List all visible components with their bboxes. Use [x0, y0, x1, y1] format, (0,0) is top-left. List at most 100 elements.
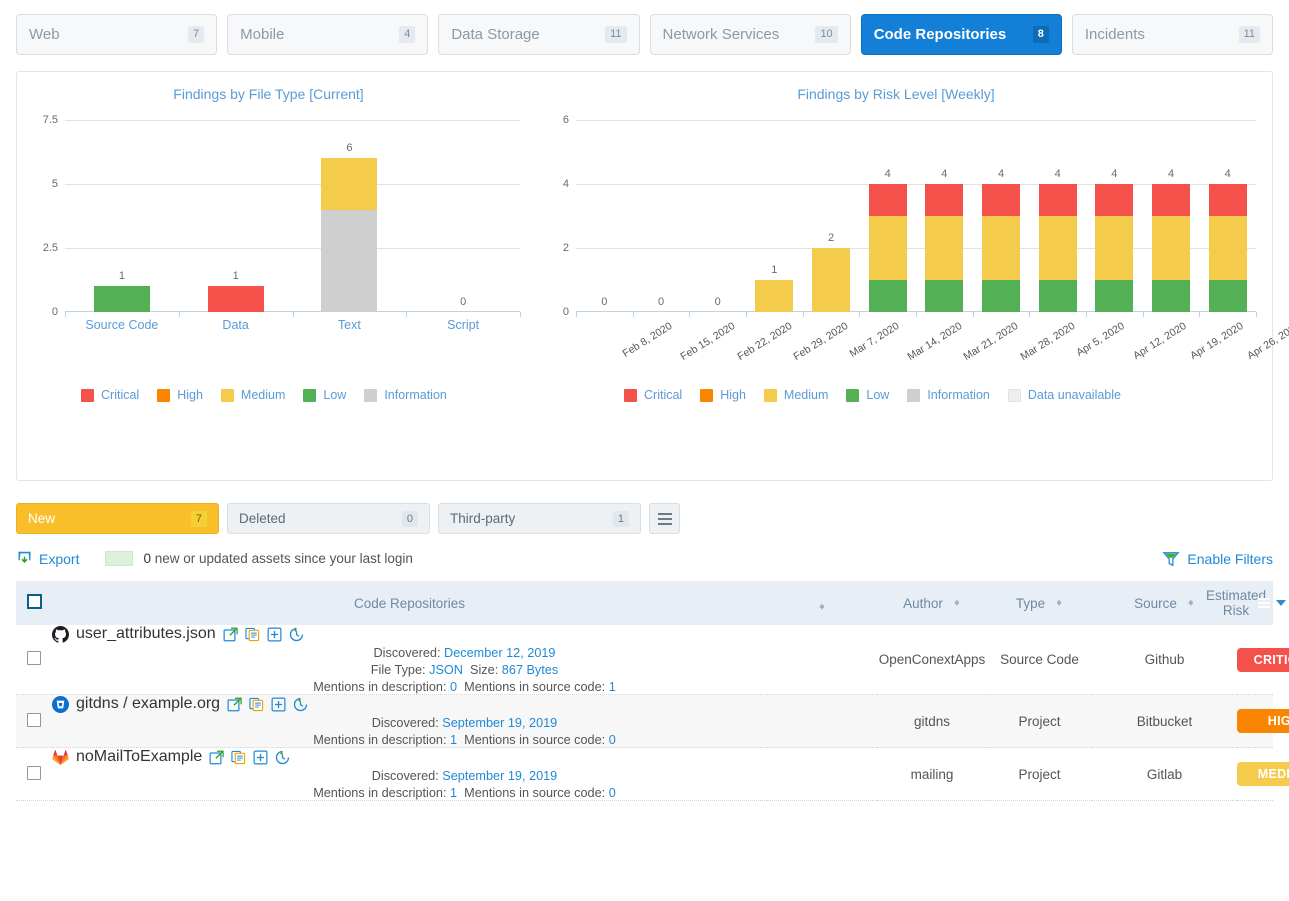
legend-item-medium[interactable]: Medium: [220, 388, 285, 402]
y-axis-tick-label: 5: [51, 178, 58, 190]
column-header-author[interactable]: Author ▲ ▼: [877, 581, 987, 625]
column-sort-code-repositories[interactable]: ▲ ▼: [767, 581, 877, 625]
row-select-cell[interactable]: [16, 695, 52, 748]
mentions-description-value[interactable]: 1: [450, 786, 457, 800]
chart-bar[interactable]: [1038, 184, 1077, 312]
chart-bar-segment-critical: [1152, 184, 1190, 216]
chevron-down-icon[interactable]: [1276, 600, 1287, 606]
legend-item-critical[interactable]: Critical: [81, 388, 139, 402]
legend-item-information[interactable]: Information: [364, 388, 447, 402]
mentions-source-value[interactable]: 0: [609, 733, 616, 747]
row-asset-title[interactable]: noMailToExample: [52, 748, 877, 766]
external-link-icon[interactable]: [227, 697, 242, 712]
row-checkbox[interactable]: [27, 651, 41, 665]
select-all-checkbox[interactable]: [26, 594, 42, 609]
status-badge[interactable]: HIGH: [1237, 709, 1289, 733]
legend-item-information[interactable]: Information: [907, 388, 990, 402]
discovered-label: Discovered:: [373, 646, 441, 660]
discovered-value[interactable]: September 19, 2019: [442, 716, 557, 730]
sort-icon[interactable]: ▲ ▼: [953, 598, 961, 608]
legend-item-high[interactable]: High: [700, 388, 746, 402]
row-asset-name[interactable]: gitdns / example.org: [76, 695, 220, 713]
category-tab-web[interactable]: Web 7: [16, 14, 218, 55]
row-checkbox[interactable]: [27, 765, 41, 780]
external-link-icon[interactable]: [223, 627, 238, 642]
chart-bar[interactable]: [868, 184, 907, 312]
chart-bar-segment-low: [1038, 280, 1077, 312]
chart-bar[interactable]: [982, 184, 1020, 312]
enable-filters-button[interactable]: Enable Filters: [1162, 550, 1273, 568]
column-label-code-repositories: Code Repositories: [353, 595, 466, 611]
sort-icon[interactable]: ▲ ▼: [818, 601, 826, 611]
legend-item-low[interactable]: Low: [303, 388, 346, 402]
row-select-cell[interactable]: [16, 748, 52, 801]
legend-item-data-unavailable[interactable]: Data unavailable: [1007, 388, 1121, 402]
category-tab-incidents[interactable]: Incidents 11: [1071, 14, 1274, 55]
chart-bar-segment-low: [868, 280, 907, 312]
size-value[interactable]: 867 Bytes: [502, 663, 558, 677]
copy-icon[interactable]: [231, 750, 246, 765]
chart-bar[interactable]: [207, 286, 264, 312]
mentions-description-value[interactable]: 0: [450, 680, 457, 694]
discovered-value[interactable]: September 19, 2019: [442, 769, 557, 783]
add-icon[interactable]: [271, 697, 286, 712]
column-header-code-repositories[interactable]: Code Repositories: [52, 581, 767, 625]
select-all-header[interactable]: [16, 581, 52, 625]
chart-bar[interactable]: [93, 286, 150, 312]
chart-title-file-type: Findings by File Type [Current]: [173, 86, 364, 102]
row-asset-name[interactable]: noMailToExample: [76, 748, 202, 766]
chart-bar[interactable]: [925, 184, 964, 312]
legend-item-medium[interactable]: Medium: [763, 388, 828, 402]
chart-bar[interactable]: [812, 248, 850, 312]
status-tab-new[interactable]: New 7: [16, 503, 219, 534]
row-asset-name[interactable]: user_attributes.json: [76, 625, 216, 643]
category-tab-mobile[interactable]: Mobile 4: [227, 14, 429, 55]
external-link-icon[interactable]: [209, 750, 224, 765]
row-checkbox[interactable]: [27, 712, 41, 727]
row-select-cell[interactable]: [16, 625, 52, 695]
column-header-estimated-risk[interactable]: Estimated Risk: [1206, 581, 1287, 625]
history-icon[interactable]: [275, 750, 290, 765]
add-icon[interactable]: [253, 750, 268, 765]
status-badge[interactable]: CRITICAL: [1237, 647, 1289, 672]
chart-bar[interactable]: [1152, 184, 1190, 312]
sort-icon[interactable]: ▲ ▼: [1187, 598, 1195, 608]
category-tab-data-storage[interactable]: Data Storage 11: [438, 14, 640, 55]
category-tab-network-services[interactable]: Network Services 10: [649, 14, 851, 55]
column-header-type[interactable]: Type ▲ ▼: [987, 581, 1092, 625]
row-asset-title[interactable]: user_attributes.json: [52, 625, 877, 643]
export-button[interactable]: Export: [16, 550, 79, 567]
table-row[interactable]: user_attributes.json Discovered: Decembe…: [16, 625, 1289, 695]
history-icon[interactable]: [293, 697, 308, 712]
row-asset-title[interactable]: gitdns / example.org: [52, 695, 877, 713]
mentions-source-value[interactable]: 1: [609, 680, 616, 694]
chart-bar-segment-medium: [1038, 216, 1077, 280]
chart-bar-value-label: 2: [827, 232, 835, 244]
status-badge[interactable]: MEDIUM: [1237, 762, 1289, 786]
table-row[interactable]: gitdns / example.org Discovered: Septemb…: [16, 694, 1289, 748]
bitbucket-icon: [52, 695, 69, 713]
mentions-description-value[interactable]: 1: [450, 733, 457, 747]
chart-bar[interactable]: [1208, 184, 1247, 312]
history-icon[interactable]: [289, 627, 304, 642]
category-tab-code-repositories[interactable]: Code Repositories 8: [860, 14, 1062, 55]
sort-icon[interactable]: ▲ ▼: [1055, 598, 1063, 608]
filter-funnel-icon: [1162, 552, 1180, 567]
legend-item-low[interactable]: Low: [846, 388, 889, 402]
legend-item-critical[interactable]: Critical: [624, 388, 682, 402]
legend-swatch: [303, 388, 317, 402]
status-menu-button[interactable]: [649, 503, 680, 534]
add-icon[interactable]: [267, 627, 282, 642]
status-tab-third-party[interactable]: Third-party 1: [438, 503, 641, 534]
chart-bar[interactable]: [1095, 184, 1134, 312]
table-row[interactable]: noMailToExample Discovered: September 19…: [16, 748, 1289, 801]
copy-icon[interactable]: [249, 697, 264, 712]
filetype-value[interactable]: JSON: [429, 663, 463, 677]
discovered-value[interactable]: December 12, 2019: [444, 646, 555, 660]
legend-item-high[interactable]: High: [157, 388, 203, 402]
copy-icon[interactable]: [245, 627, 260, 642]
chart-bar[interactable]: [755, 280, 794, 312]
mentions-source-value[interactable]: 0: [609, 786, 616, 800]
status-tab-deleted[interactable]: Deleted 0: [227, 503, 430, 534]
chart-bar[interactable]: [321, 158, 378, 312]
